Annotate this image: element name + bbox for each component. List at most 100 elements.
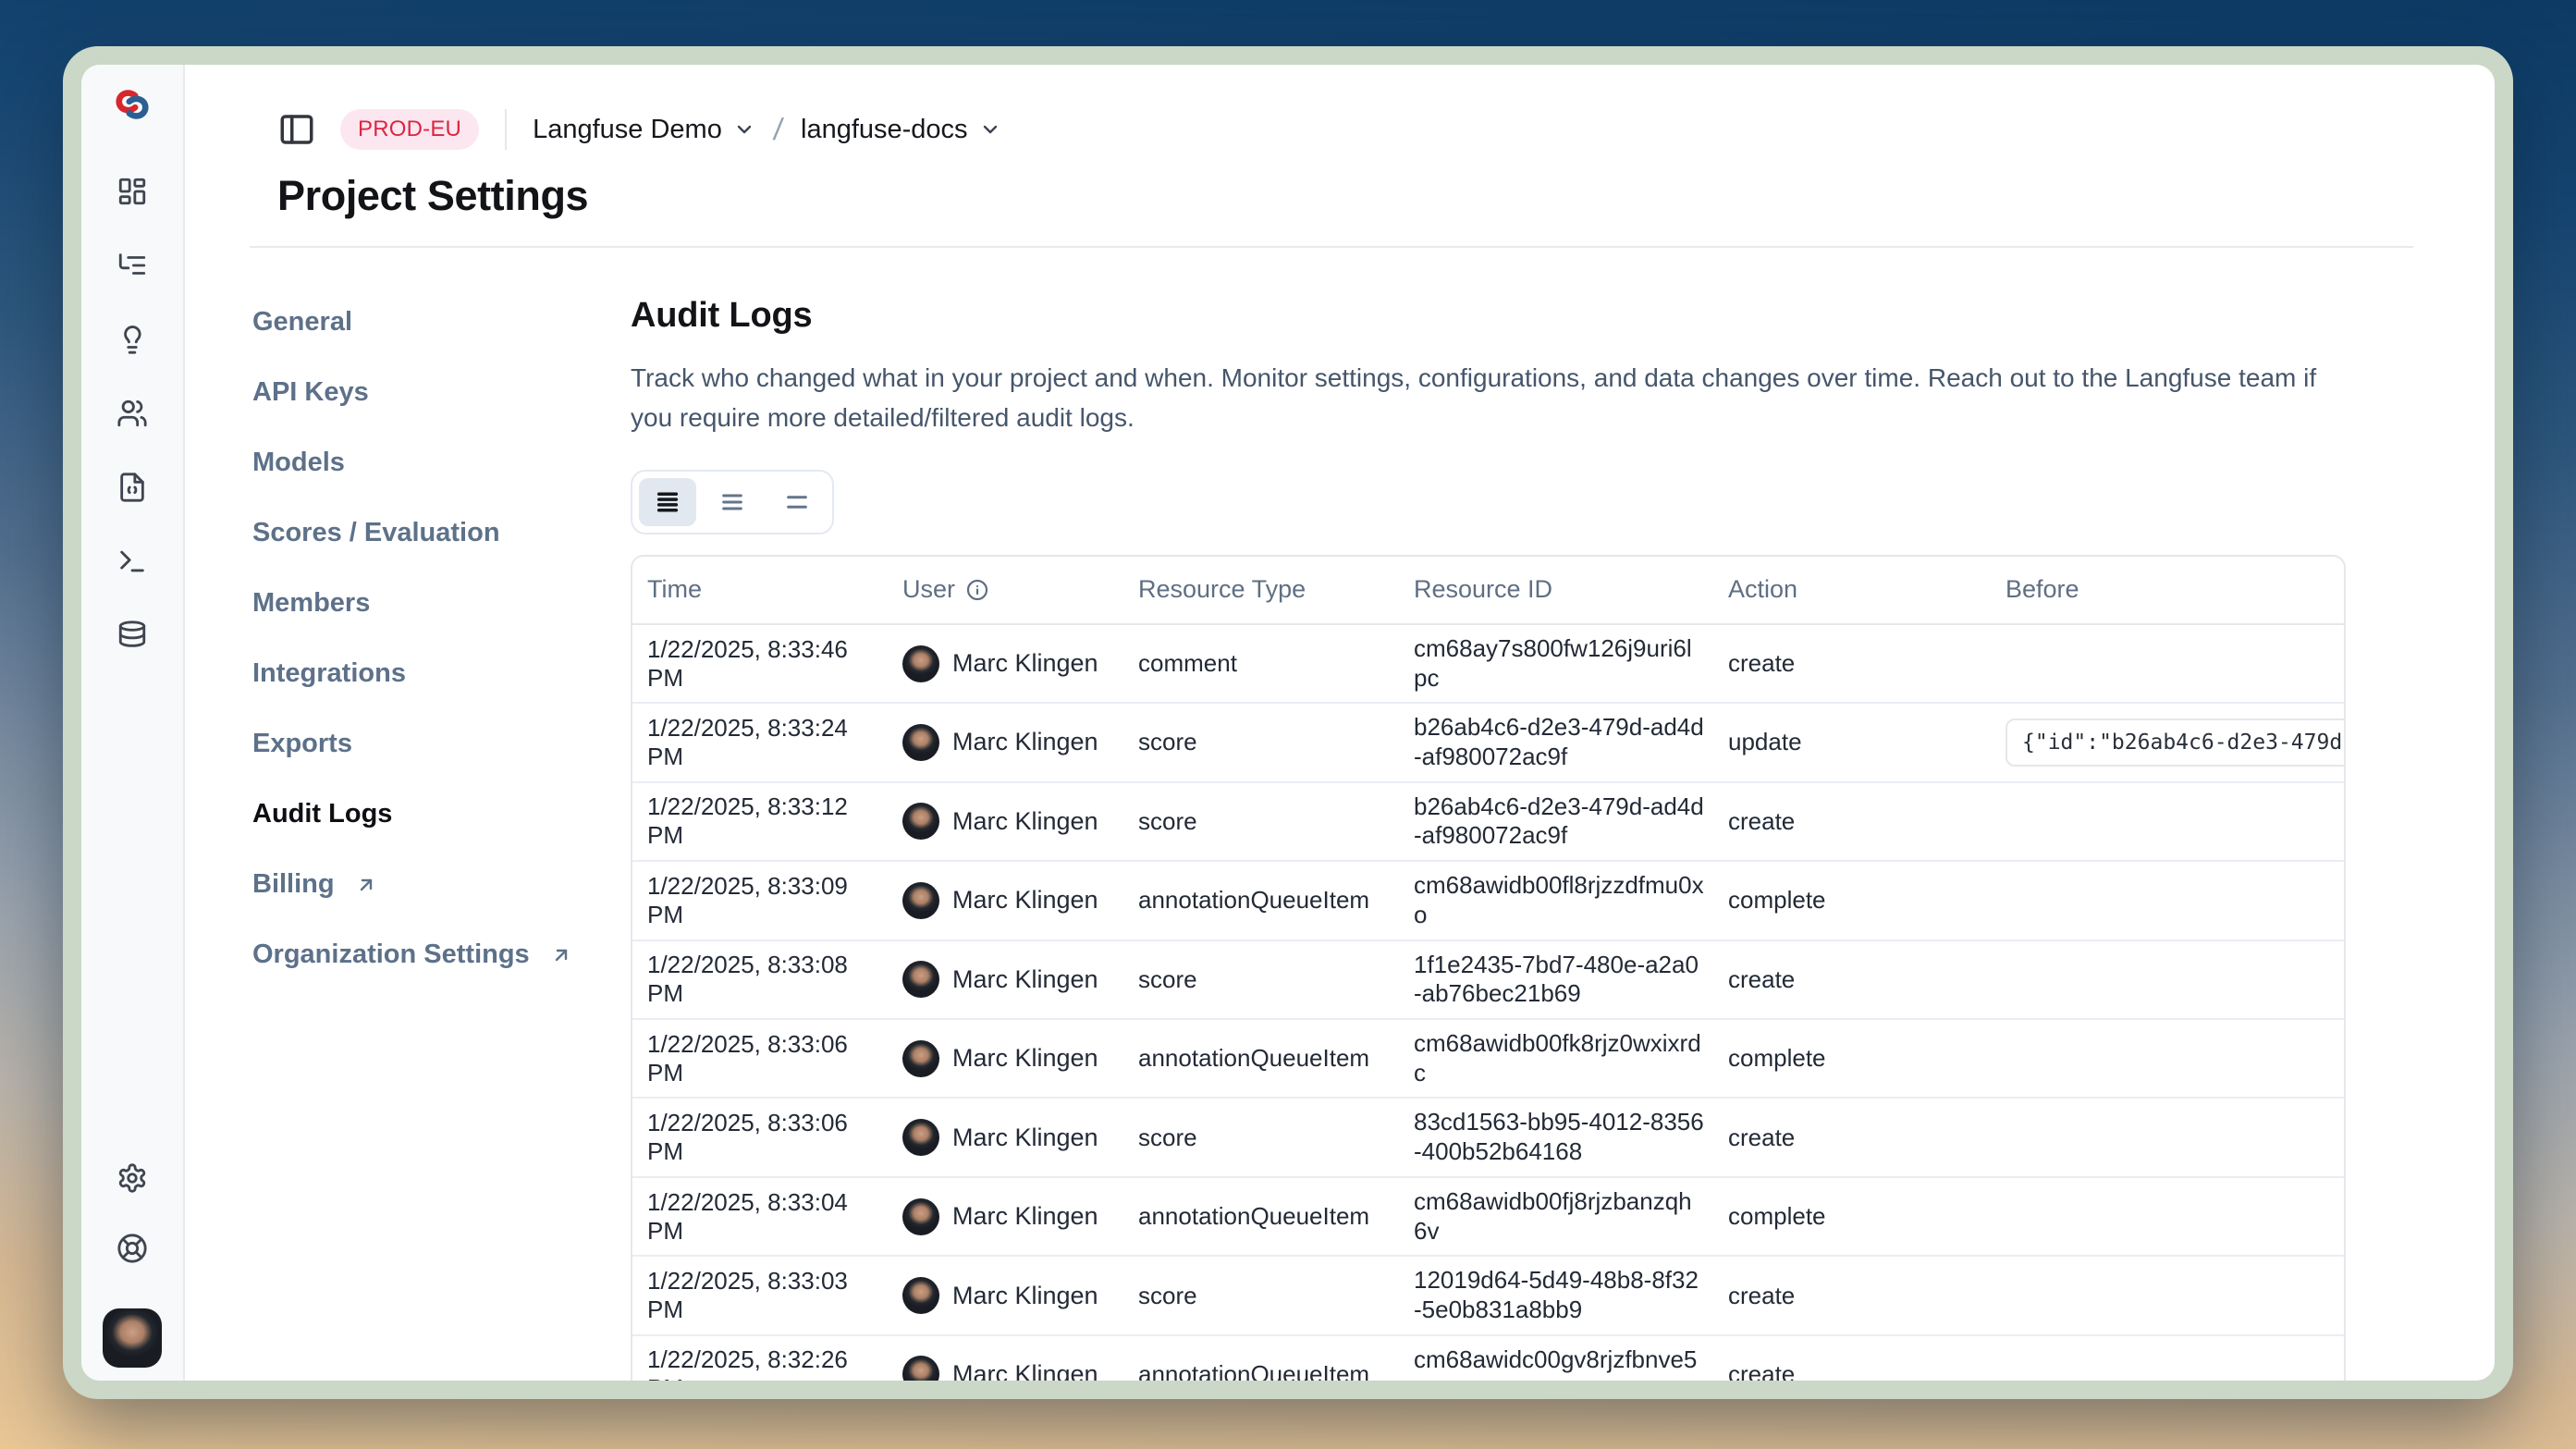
cell-time: 1/22/2025, 8:33:06 PM (632, 1021, 902, 1097)
cell-user: Marc Klingen (902, 1031, 1138, 1087)
settings-nav-link[interactable]: General (252, 307, 352, 338)
cell-resource-id: cm68awidb00fj8rjzbanzqh6v (1414, 1178, 1728, 1255)
settings-nav-link[interactable]: Billing (252, 869, 377, 900)
user-name: Marc Klingen (952, 886, 1098, 915)
user-avatar-small (902, 882, 939, 919)
file-code-icon[interactable] (117, 472, 148, 503)
chevron-down-icon (733, 118, 755, 141)
user-name: Marc Klingen (952, 649, 1098, 678)
settings-nav-label: Scores / Evaluation (252, 518, 500, 548)
organization-selector[interactable]: Langfuse Demo (533, 115, 755, 145)
settings-nav-item: Scores / Evaluation (252, 518, 631, 548)
settings-nav-link[interactable]: Members (252, 588, 370, 619)
langfuse-logo-icon[interactable] (115, 87, 150, 122)
cell-user: Marc Klingen (902, 636, 1138, 692)
cell-user: Marc Klingen (902, 793, 1138, 849)
table-column-header: Time (632, 566, 902, 613)
users-icon[interactable] (117, 398, 148, 429)
rail-bottom (103, 1162, 162, 1368)
settings-nav-item: Organization Settings (252, 939, 631, 970)
cell-resource-id: cm68awidc00gv8rjzfbnve5az (1414, 1336, 1728, 1381)
datasets-database-icon[interactable] (117, 620, 148, 651)
settings-nav-link[interactable]: Organization Settings (252, 939, 572, 970)
settings-nav-link[interactable]: Scores / Evaluation (252, 518, 500, 548)
cell-action: update (1728, 718, 2006, 766)
cell-time: 1/22/2025, 8:33:03 PM (632, 1258, 902, 1333)
settings-nav-label: API Keys (252, 377, 369, 408)
organization-name: Langfuse Demo (533, 115, 722, 145)
cell-resource-type: comment (1138, 640, 1414, 687)
prompts-lightbulb-icon[interactable] (117, 324, 148, 355)
cell-resource-type: score (1138, 718, 1414, 766)
tracing-tree-icon[interactable] (117, 250, 148, 281)
audit-logs-section: Audit Logs Track who changed what in you… (631, 248, 2346, 1381)
user-name: Marc Klingen (952, 728, 1098, 756)
cell-resource-type: score (1138, 1114, 1414, 1161)
table-column-header: Resource ID (1414, 566, 1728, 613)
cell-user: Marc Klingen (902, 715, 1138, 770)
user-name: Marc Klingen (952, 807, 1098, 836)
table-column-header: Before (2006, 566, 2344, 613)
table-row: 1/22/2025, 8:33:06 PM Marc Klingen score… (632, 1097, 2344, 1175)
sidebar-toggle-icon[interactable] (277, 110, 316, 149)
settings-nav-item: Models (252, 448, 631, 478)
user-avatar[interactable] (103, 1308, 162, 1368)
cell-user: Marc Klingen (902, 1110, 1138, 1165)
cell-resource-type: annotationQueueItem (1138, 877, 1414, 924)
settings-nav-link[interactable]: Models (252, 448, 345, 478)
desktop-wallpaper: PROD-EU Langfuse Demo / langfuse-docs Pr… (0, 0, 2576, 1449)
settings-nav-link[interactable]: Audit Logs (252, 799, 392, 829)
project-selector[interactable]: langfuse-docs (801, 115, 1001, 145)
rows-compact-icon[interactable] (639, 478, 696, 526)
rows-medium-icon[interactable] (704, 478, 761, 526)
cell-user: Marc Klingen (902, 1346, 1138, 1381)
cell-resource-id: cm68ay7s800fw126j9uri6lpc (1414, 625, 1728, 702)
cell-action: create (1728, 1272, 2006, 1320)
settings-nav-link[interactable]: Exports (252, 729, 352, 759)
info-icon[interactable] (966, 579, 988, 601)
user-avatar-small (902, 645, 939, 682)
user-avatar-small (902, 724, 939, 761)
table-head: Time User Resource Type Resource ID Acti… (632, 557, 2344, 625)
column-label: Action (1728, 575, 1797, 604)
environment-badge: PROD-EU (340, 109, 479, 150)
cell-resource-type: annotationQueueItem (1138, 1351, 1414, 1381)
row-density-toggle-group (631, 470, 834, 534)
cell-time: 1/22/2025, 8:33:04 PM (632, 1179, 902, 1255)
column-label: Before (2006, 575, 2079, 604)
table-row: 1/22/2025, 8:33:09 PM Marc Klingen annot… (632, 860, 2344, 939)
dashboard-icon[interactable] (117, 176, 148, 207)
table-column-header: Action (1728, 566, 2006, 613)
support-lifebuoy-icon[interactable] (117, 1233, 148, 1264)
external-link-icon (550, 944, 572, 966)
column-label: Resource ID (1414, 575, 1552, 604)
main-area: PROD-EU Langfuse Demo / langfuse-docs Pr… (185, 65, 2495, 1381)
settings-nav-label: Exports (252, 729, 352, 759)
rows-relaxed-icon[interactable] (768, 478, 826, 526)
settings-nav-link[interactable]: API Keys (252, 377, 369, 408)
user-avatar-small (902, 1277, 939, 1314)
user-name: Marc Klingen (952, 965, 1098, 994)
settings-nav-label: Organization Settings (252, 939, 530, 970)
settings-nav-item: Audit Logs (252, 799, 631, 829)
cell-time: 1/22/2025, 8:33:06 PM (632, 1099, 902, 1175)
settings-nav-link[interactable]: Integrations (252, 658, 406, 689)
app-window: PROD-EU Langfuse Demo / langfuse-docs Pr… (63, 46, 2513, 1399)
icon-rail (81, 65, 185, 1381)
cell-before (2006, 970, 2344, 989)
before-json-box[interactable]: {"id":"b26ab4c6-d2e3-479d-a (2006, 718, 2346, 767)
column-label: Time (647, 575, 702, 604)
settings-gear-icon[interactable] (117, 1162, 148, 1194)
cell-resource-id: 12019d64-5d49-48b8-8f32-5e0b831a8bb9 (1414, 1257, 1728, 1333)
settings-nav: General API Keys Models Scores / Evaluat… (185, 248, 631, 1381)
section-description: Track who changed what in your project a… (631, 358, 2327, 438)
table-row: 1/22/2025, 8:33:06 PM Marc Klingen annot… (632, 1018, 2344, 1097)
playground-terminal-icon[interactable] (117, 546, 148, 577)
app-window-content: PROD-EU Langfuse Demo / langfuse-docs Pr… (81, 65, 2495, 1381)
project-name: langfuse-docs (801, 115, 968, 145)
cell-resource-type: score (1138, 798, 1414, 845)
cell-resource-id: cm68awidb00fk8rjz0wxixrdc (1414, 1020, 1728, 1097)
cell-before: {"id":"b26ab4c6-d2e3-479d-a (2006, 709, 2344, 776)
cell-time: 1/22/2025, 8:33:24 PM (632, 705, 902, 780)
user-avatar-small (902, 1119, 939, 1156)
